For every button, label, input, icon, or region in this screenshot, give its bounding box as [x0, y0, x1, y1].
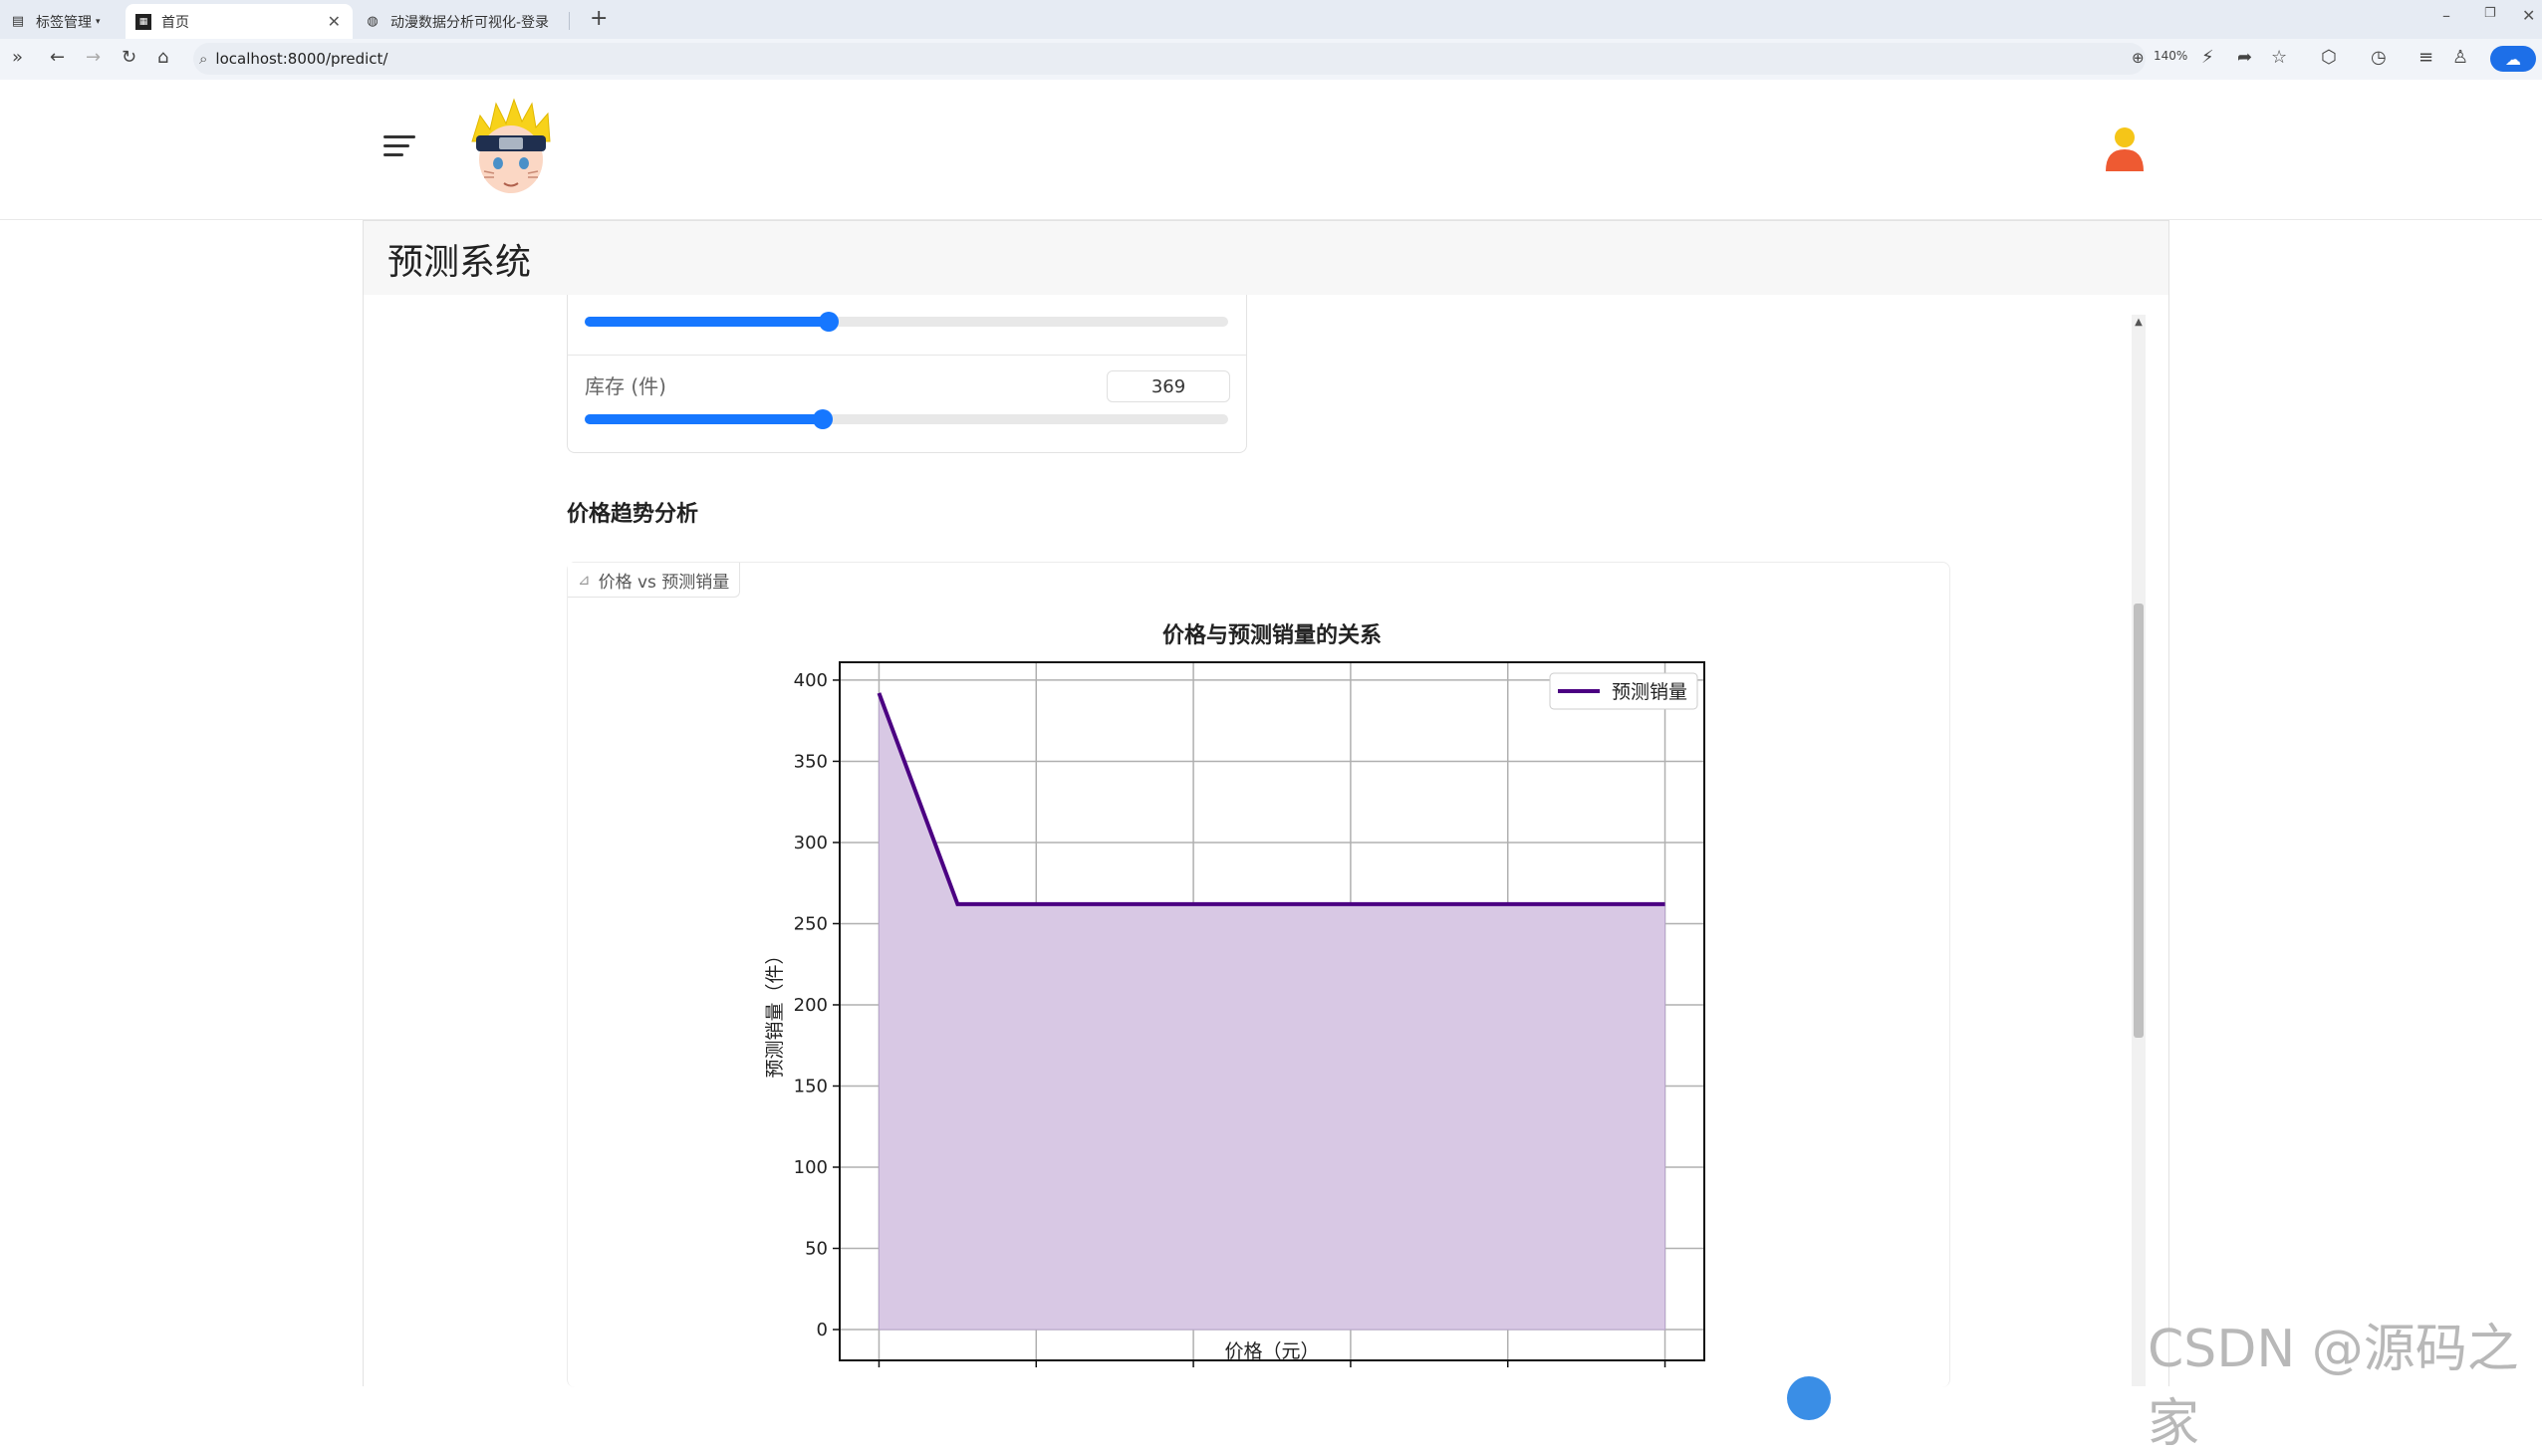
tab-label: 首页 — [161, 14, 189, 31]
zoom-level[interactable]: 140% — [2154, 49, 2187, 63]
tab-bookmark-manager[interactable]: ▤ 标签管理 ▾ — [6, 4, 122, 39]
cloud-sync-icon[interactable]: ☁ — [2490, 46, 2536, 72]
globe-icon: ◍ — [367, 14, 379, 29]
restore-button[interactable]: ❐ — [2484, 6, 2496, 21]
chevron-down-icon: ▾ — [96, 16, 101, 27]
chart-tab-label: 价格 vs 预测销量 — [598, 572, 730, 593]
y-tick-label: 300 — [794, 833, 828, 853]
y-tick-label: 100 — [794, 1157, 828, 1178]
slider-thumb[interactable] — [819, 312, 840, 332]
tab-label: 动漫数据分析可视化-登录 — [390, 14, 550, 31]
legend-label: 预测销量 — [1612, 681, 1687, 703]
stock-slider[interactable] — [585, 409, 1228, 429]
area-fill — [878, 692, 1666, 1331]
forward-icon[interactable]: → — [86, 47, 101, 68]
stock-input[interactable]: 369 — [1107, 370, 1230, 402]
chart-legend: 预测销量 — [1549, 672, 1698, 710]
sidebar-toggle-icon[interactable]: » — [12, 47, 23, 68]
price-sales-chart: 价格与预测销量的关系 0100200300400500 0 50 100 150 200… — [764, 622, 1705, 1367]
tab-login[interactable]: ◍ 动漫数据分析可视化-登录 — [359, 4, 574, 39]
close-icon[interactable]: ✕ — [328, 12, 341, 31]
star-icon[interactable]: ☆ — [2271, 47, 2287, 68]
profile-icon[interactable]: ♙ — [2452, 47, 2468, 68]
y-tick-label: 400 — [794, 670, 828, 691]
menu-icon[interactable]: ≡ — [2418, 47, 2433, 68]
chart-title: 价格与预测销量的关系 — [1162, 622, 1382, 648]
tab-divider — [569, 12, 570, 30]
search-icon: ⌕ — [199, 50, 208, 68]
panel-header: 预测系统 — [363, 220, 2169, 296]
watermark: CSDN @源码之家 — [2148, 1320, 2519, 1454]
x-axis-ticks: 0100200300400500 — [878, 1360, 1666, 1367]
share-icon[interactable]: ➦ — [2237, 47, 2252, 68]
naruto-avatar-logo — [471, 98, 551, 193]
browser-tab-bar: ▤ 标签管理 ▾ ▦ 首页 ✕ ◍ 动漫数据分析可视化-登录 + – ❐ ✕ — [0, 0, 2542, 39]
y-axis-ticks: 0 50 100 150 200 250 300 350 400 — [794, 670, 840, 1340]
user-icon[interactable] — [2104, 125, 2146, 173]
y-tick-label: 350 — [794, 751, 828, 772]
zoom-icon: ⊕ — [2132, 49, 2145, 67]
page-title: 预测系统 — [387, 242, 532, 283]
window-close-button[interactable]: ✕ — [2522, 6, 2535, 25]
extensions-icon[interactable]: ⬡ — [2321, 47, 2337, 68]
address-bar[interactable]: ⌕ localhost:8000/predict/ — [193, 43, 2146, 75]
y-axis-label: 预测销量（件） — [764, 945, 786, 1078]
y-tick-label: 150 — [794, 1076, 828, 1096]
y-tick-label: 200 — [794, 995, 828, 1016]
chart-tab[interactable]: ⊿ 价格 vs 预测销量 — [568, 563, 741, 598]
parameter-slider[interactable] — [585, 312, 1228, 332]
chart-icon: ⊿ — [578, 571, 591, 589]
slider-thumb[interactable] — [813, 409, 834, 429]
lightning-icon[interactable]: ⚡ — [2201, 47, 2214, 68]
url-text: localhost:8000/predict/ — [215, 50, 388, 68]
browser-toolbar: » ← → ↻ ⌂ ⌕ localhost:8000/predict/ ⊕ 14… — [0, 39, 2542, 81]
y-tick-label: 50 — [805, 1239, 828, 1260]
reload-icon[interactable]: ↻ — [122, 47, 136, 68]
slider-fill — [585, 414, 824, 424]
x-axis-label: 价格（元） — [1224, 1340, 1319, 1362]
parameter-card: 库存 (件) 369 — [567, 295, 1247, 453]
stock-label: 库存 (件) — [585, 374, 666, 398]
tab-label: 标签管理 — [36, 14, 92, 31]
back-icon[interactable]: ← — [50, 47, 65, 68]
scroll-up-arrow-icon[interactable]: ▲ — [2132, 317, 2146, 328]
history-icon[interactable]: ◷ — [2371, 47, 2387, 68]
minimize-button[interactable]: – — [2442, 6, 2450, 25]
tab-home[interactable]: ▦ 首页 ✕ — [126, 4, 353, 39]
y-tick-label: 0 — [817, 1320, 828, 1340]
home-icon[interactable]: ⌂ — [157, 47, 168, 68]
menu-toggle-icon[interactable] — [383, 135, 415, 162]
section-title: 价格趋势分析 — [567, 502, 699, 527]
y-tick-label: 250 — [794, 913, 828, 934]
series-line — [877, 692, 1665, 906]
slider-fill — [585, 317, 830, 327]
page-favicon-icon: ▦ — [135, 13, 151, 30]
scrollbar-thumb[interactable] — [2134, 604, 2144, 1038]
divider — [568, 355, 1246, 356]
new-tab-button[interactable]: + — [590, 6, 608, 31]
app-header — [0, 80, 2542, 220]
bookmark-manager-icon: ▤ — [11, 14, 25, 29]
floating-action-button[interactable] — [1787, 1376, 1831, 1420]
